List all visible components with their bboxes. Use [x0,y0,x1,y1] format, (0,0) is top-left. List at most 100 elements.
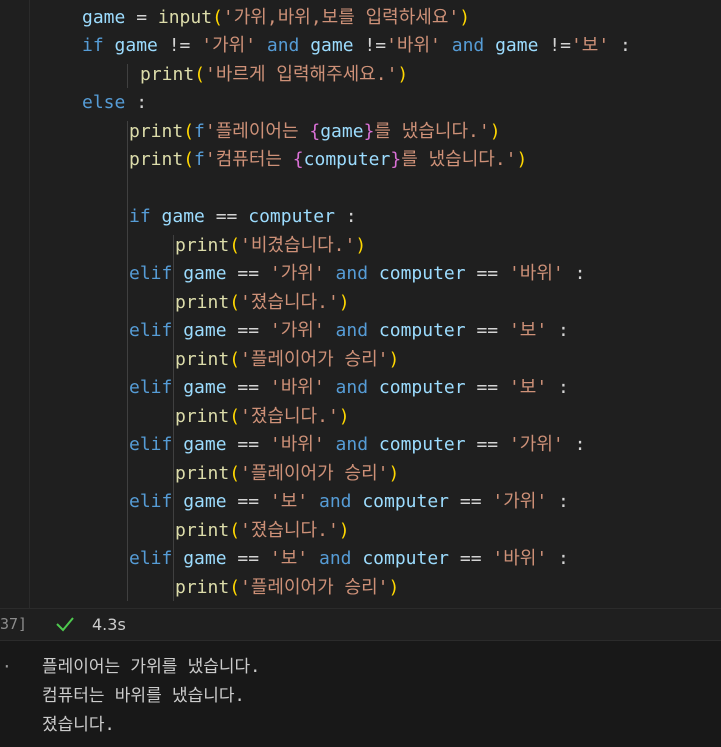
keyword-token: elif [129,320,173,341]
code-line[interactable]: elif game == '보' and computer == '가위' : [129,488,569,516]
output-line: 플레이어는 가위를 냈습니다. [42,657,261,677]
code-line[interactable]: if game == computer : [129,203,357,231]
cell-output[interactable]: · 플레이어는 가위를 냈습니다. 컴퓨터는 바위를 냈습니다. 졌습니다. [0,640,721,747]
operator-token: : [334,206,357,227]
variable-token: computer [378,377,477,398]
operator-token: == [459,548,493,569]
string-token: '가위' [269,320,325,341]
code-line[interactable]: elif game == '바위' and computer == '보' : [129,374,569,402]
string-token: '바위' [492,548,548,569]
output-line: 졌습니다. [42,715,115,735]
operator-token: : [609,35,631,56]
code-line[interactable]: elif game == '가위' and computer == '보' : [129,317,569,345]
keyword-token: and [308,548,363,569]
operator-token: == [476,434,509,455]
string-token: '졌습니다.' [240,292,339,313]
keyword-token: elif [129,434,173,455]
string-token: '가위' [508,434,564,455]
variable-token: computer [248,206,335,227]
variable-token: game [172,491,238,512]
operator-token: : [547,491,569,512]
code-line[interactable]: elif game == '가위' and computer == '바위' : [129,260,585,288]
bracket-token: { [309,121,321,142]
bracket-token: ( [212,7,223,28]
variable-token: computer [362,548,460,569]
string-token: '바위' [386,35,441,56]
keyword-token: if [129,206,151,227]
variable-token: game [495,35,550,56]
function-token: input [157,7,213,28]
code-line[interactable]: print('플레이어가 승리') [175,460,399,488]
code-line[interactable]: print(f'플레이어는 {game}를 냈습니다.') [129,118,501,146]
bracket-token: { [292,149,304,170]
function-token: print [175,577,230,598]
code-editor[interactable]: game = input('가위,바위,보를 입력하세요') if game !… [0,0,721,608]
operator-token: == [215,206,249,227]
variable-token: computer [362,491,460,512]
output-bullet: · [2,657,12,676]
string-token: '졌습니다.' [240,520,339,541]
operator-token: : [547,548,569,569]
string-token: '가위' [201,35,257,56]
code-line[interactable]: print('졌습니다.') [175,517,350,545]
bracket-token: ( [229,463,241,484]
keyword-token: else [82,92,126,113]
variable-token: game [150,206,216,227]
keyword-token: elif [129,263,173,284]
code-line[interactable]: print('졌습니다.') [175,289,350,317]
bracket-token: ( [183,149,195,170]
variable-token: game [172,434,238,455]
function-token: print [175,520,230,541]
code-line[interactable]: print(f'컴퓨터는 {computer}를 냈습니다.') [129,146,527,174]
bracket-token: ) [388,349,400,370]
bracket-token: ( [229,292,241,313]
operator-token: = [125,7,158,28]
operator-token: == [459,491,493,512]
keyword-token: and [324,320,379,341]
code-line[interactable]: elif game == '바위' and computer == '가위' : [129,431,585,459]
string-token: '플레이어는 [204,121,310,142]
keyword-token: and [324,434,379,455]
check-icon [54,614,76,638]
string-token: '가위' [492,491,548,512]
bracket-token: ) [388,577,400,598]
code-line[interactable]: else : [82,89,147,117]
bracket-token: ( [229,577,241,598]
variable-token: game [172,548,238,569]
string-token: '보' [269,491,309,512]
string-token: '가위' [269,263,325,284]
code-line[interactable]: if game != '가위' and game !='바위' and game… [82,32,631,60]
function-token: print [175,406,230,427]
bracket-token: ) [338,292,350,313]
bracket-token: ) [489,121,501,142]
string-token: '보' [269,548,309,569]
operator-token: == [237,548,270,569]
operator-token: == [237,377,270,398]
code-line[interactable]: print('비겼습니다.') [175,232,366,260]
operator-token: : [563,434,586,455]
bracket-token: ( [229,235,241,256]
bracket-token: ) [338,520,350,541]
function-token: print [129,121,184,142]
operator-token: == [237,491,270,512]
operator-token: == [476,320,509,341]
function-token: print [175,292,230,313]
string-token: '가위,바위,보를 입력하세요' [222,7,460,28]
string-token: '플레이어가 승리' [240,577,389,598]
operator-token: != [168,35,202,56]
keyword-token: if [82,35,104,56]
bracket-token: ) [338,406,350,427]
code-line[interactable]: print('플레이어가 승리') [175,574,399,602]
keyword-token: elif [129,491,173,512]
code-line[interactable]: print('바르게 입력해주세요.') [140,61,408,89]
variable-token: game [310,35,365,56]
code-line[interactable]: game = input('가위,바위,보를 입력하세요') [82,4,470,32]
code-line[interactable]: elif game == '보' and computer == '바위' : [129,545,569,573]
string-token: 를 냈습니다.' [401,149,517,170]
variable-token: game [103,35,169,56]
operator-token: == [237,263,270,284]
string-token: '보' [508,377,548,398]
code-line[interactable]: print('졌습니다.') [175,403,350,431]
variable-token: game [172,377,238,398]
code-line[interactable]: print('플레이어가 승리') [175,346,399,374]
